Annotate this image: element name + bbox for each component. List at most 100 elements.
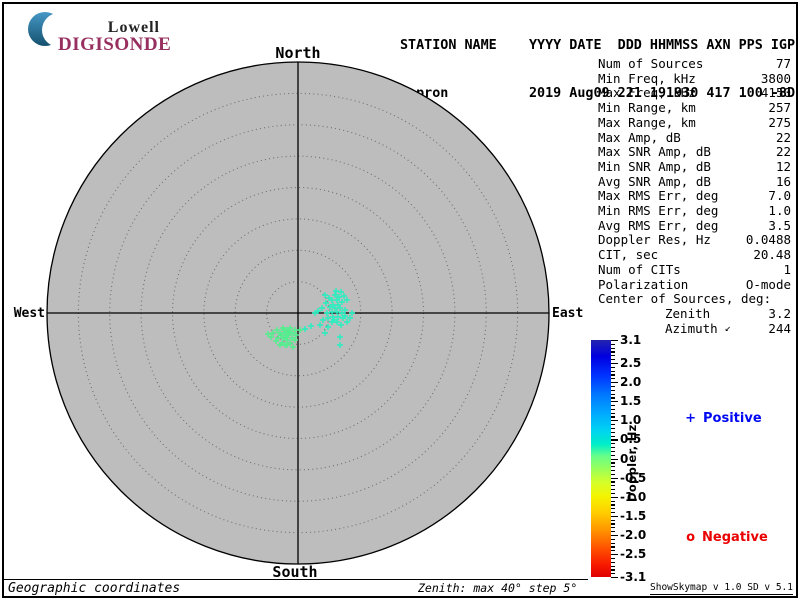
stat-row: Min RMS Err, deg 1.0	[598, 203, 791, 219]
stat-value: 22	[775, 129, 791, 145]
stat-row: Max RMS Err, deg 7.0	[598, 189, 791, 204]
stat-label: Max Freq, kHz	[598, 85, 696, 101]
colorbar-tick	[611, 496, 618, 498]
showskymap-window: Lowell DIGISONDE STATION NAME YYYY DATE …	[0, 0, 800, 600]
colorbar-tick	[611, 359, 615, 361]
colorbar-tick	[611, 569, 615, 571]
stat-row: Zenith 3.2	[598, 305, 791, 322]
colorbar-tick	[611, 500, 615, 502]
colorbar-tick	[611, 534, 618, 537]
stat-label: Max Amp, dB	[598, 129, 681, 145]
stat-value: O-mode	[745, 276, 791, 292]
legend-positive-label: Positive	[703, 411, 762, 426]
stat-label: Num of Sources	[598, 56, 704, 71]
stat-label: Doppler Res, Hz	[598, 232, 711, 248]
colorbar-tick	[611, 466, 615, 468]
stat-value: 257	[768, 100, 791, 116]
colorbar-tick	[611, 378, 615, 380]
colorbar-tick	[611, 382, 618, 384]
colorbar-tick	[611, 412, 615, 414]
colorbar-tick	[611, 492, 615, 495]
stat-value: 275	[768, 114, 791, 130]
colorbar-tick	[611, 355, 615, 357]
colorbar-tick	[611, 374, 615, 376]
stat-label: Num of CITs	[598, 261, 681, 277]
stat-row: Avg SNR Amp, dB 16	[598, 173, 791, 190]
colorbar-tick	[611, 424, 615, 426]
stat-label: Max SNR Amp, dB	[598, 144, 711, 160]
stat-row: Polarization O-mode	[598, 276, 791, 293]
colorbar-tick-label: -2.5	[620, 547, 647, 562]
stat-label: CIT, sec	[598, 247, 659, 263]
plot-bottom-divider	[4, 579, 588, 580]
legend-negative: o Negative	[668, 515, 768, 560]
colorbar-tick-label: -1.5	[620, 508, 647, 523]
colorbar-tick	[611, 473, 615, 475]
stat-label: Min SNR Amp, dB	[598, 158, 711, 174]
colorbar-tick	[611, 458, 618, 460]
colorbar-tick	[611, 481, 615, 483]
colorbar-tick	[611, 408, 615, 410]
stat-value: 4150	[760, 85, 791, 101]
stat-row: Max SNR Amp, dB 22	[598, 145, 791, 160]
stat-label: Azimuth	[665, 320, 718, 336]
colorbar-tick	[611, 527, 615, 529]
colorbar-tick	[611, 489, 615, 491]
colorbar-tick	[611, 351, 615, 353]
colorbar-tick	[611, 343, 615, 345]
colorbar-tick-label: 2.5	[620, 355, 642, 370]
stat-row: Num of Sources 77	[598, 56, 791, 72]
stat-row: Num of CITs 1	[598, 261, 791, 278]
colorbar-tick	[611, 450, 615, 453]
colorbar-tick	[611, 447, 615, 449]
colorbar-tick-label: -3.1	[620, 570, 647, 584]
colorbar-tick-label: -2.0	[620, 527, 647, 542]
stat-value: 1	[783, 261, 791, 277]
stat-label: Center of Sources, deg:	[598, 291, 772, 307]
stat-value: 77	[775, 56, 791, 71]
colorbar-tick	[611, 366, 615, 368]
circle-marker-icon: o	[686, 530, 696, 545]
colorbar-title: Doppler, Hz	[625, 424, 639, 502]
stat-value: 12	[775, 158, 791, 174]
colorbar-tick	[611, 347, 615, 349]
colorbar-tick	[611, 550, 615, 552]
stat-row: Avg RMS Err, deg 3.5	[598, 217, 791, 234]
colorbar-tick	[611, 469, 615, 472]
stat-value: 16	[775, 173, 791, 189]
cardinal-label-west: West	[13, 306, 45, 321]
colorbar-tick	[611, 462, 615, 464]
stat-value: 20.48	[753, 247, 791, 263]
program-version-label: ShowSkymap v 1.0 SD v 5.1	[650, 582, 793, 595]
colorbar-tick	[611, 565, 615, 567]
stat-row: Max Amp, dB 22	[598, 129, 791, 146]
stat-row: CIT, sec 20.48	[598, 247, 791, 263]
colorbar-tick	[611, 485, 615, 487]
colorbar-tick	[611, 508, 615, 510]
stat-label: Avg RMS Err, deg	[598, 217, 719, 233]
colorbar-tick-label: 1.5	[620, 394, 642, 409]
stat-label: Min Range, km	[598, 100, 696, 116]
colorbar-tick-label: 3.1	[620, 333, 642, 347]
stat-value: 244	[768, 320, 791, 336]
zenith-scale-label: Zenith: max 40° step 5°	[418, 581, 578, 595]
stat-value: 3800	[760, 70, 791, 86]
colorbar-tick	[611, 420, 618, 422]
colorbar-tick	[611, 435, 615, 437]
colorbar-tick	[611, 340, 618, 342]
stat-label: Max RMS Err, deg	[598, 188, 719, 204]
colorbar-tick	[611, 454, 615, 456]
stat-label: Zenith	[665, 305, 711, 321]
stat-value: 7.0	[768, 188, 791, 204]
stat-row: Center of Sources, deg:	[598, 292, 791, 307]
colorbar-tick	[611, 477, 618, 479]
colorbar-tick	[611, 538, 615, 540]
stat-value: 1.0	[768, 203, 791, 219]
stat-value: 0.0488	[745, 232, 791, 248]
colorbar-tick	[611, 404, 615, 407]
stat-row: Min SNR Amp, dB 12	[598, 158, 791, 175]
colorbar-tick	[611, 362, 618, 365]
colorbar-tick	[611, 523, 615, 525]
colorbar-tick-label: 2.0	[620, 375, 642, 390]
stat-row: Max Freq, kHz 4150	[598, 86, 791, 101]
